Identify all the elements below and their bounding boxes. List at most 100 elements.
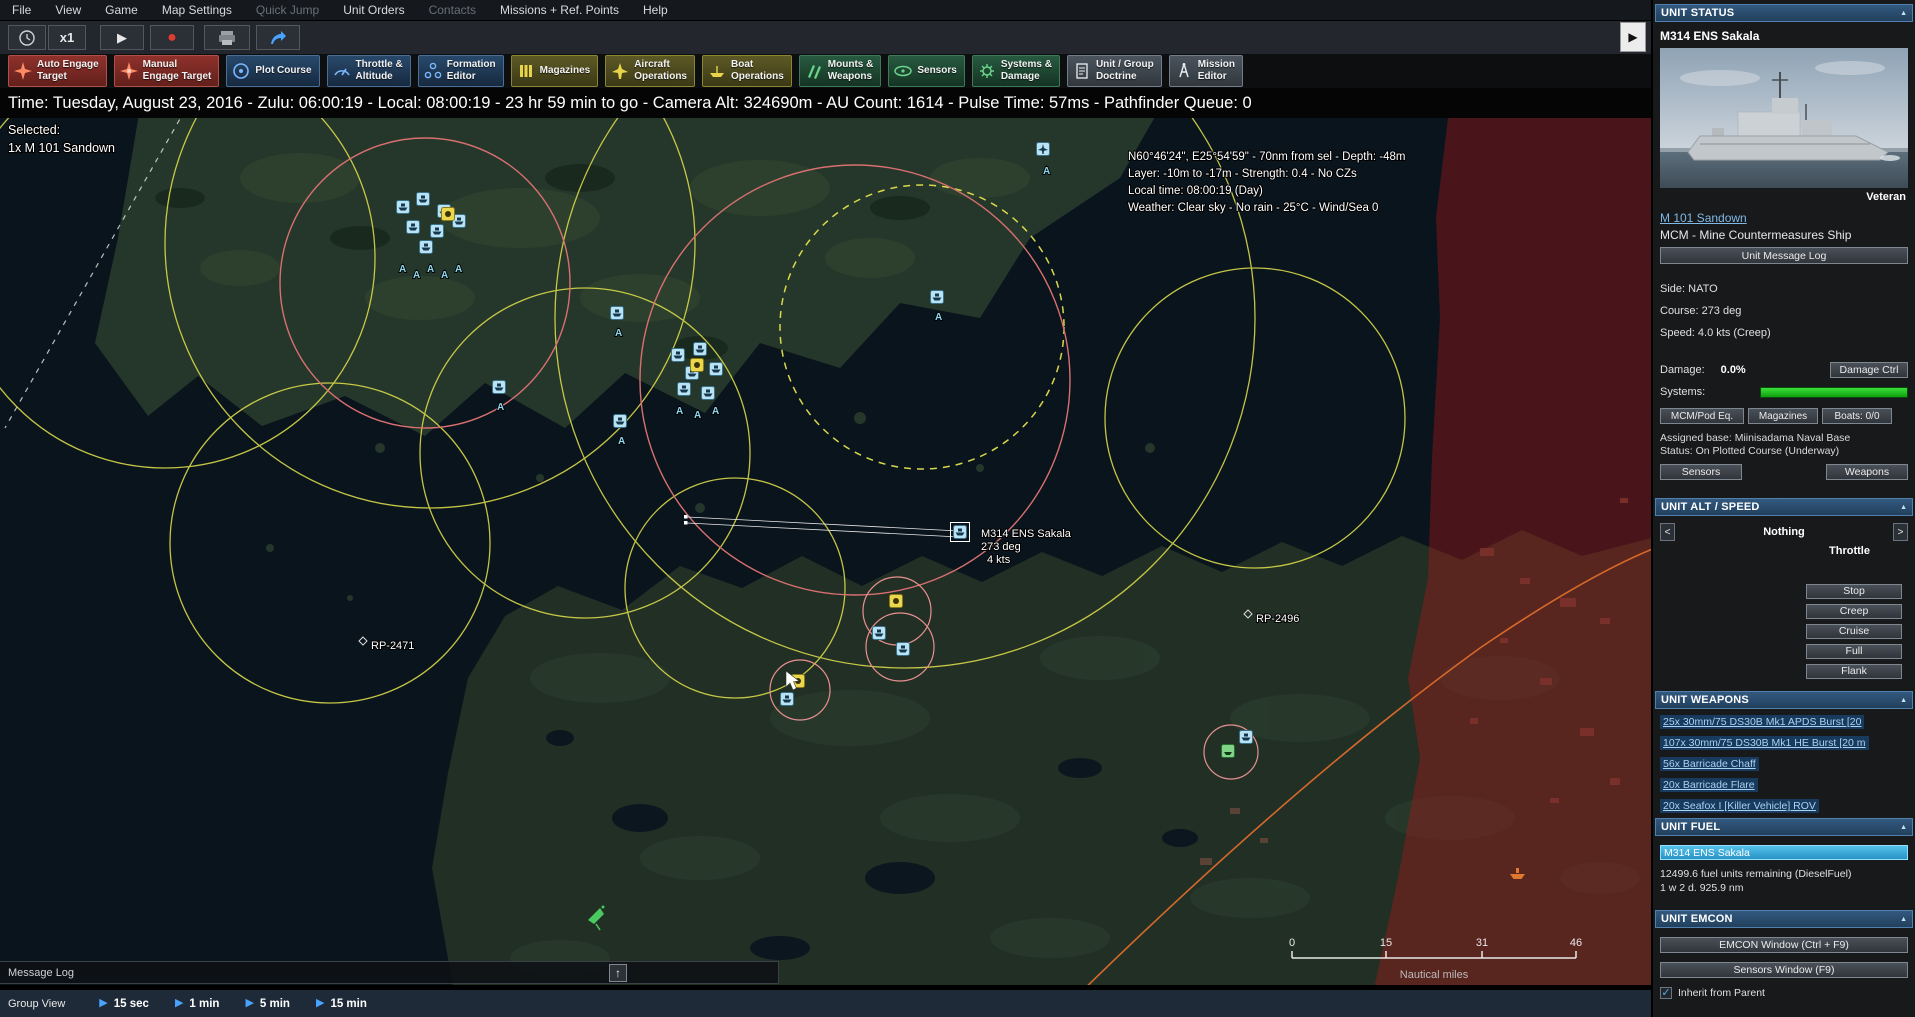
sensors-button[interactable]: Sensors [888,55,964,87]
contact-icon-ship[interactable] [420,241,433,254]
plot-course-icon [231,61,251,81]
unit-fuel-panel: UNIT FUEL ▲ M314 ENS Sakala 12499.6 fuel… [1655,818,1913,895]
menu-map-settings[interactable]: Map Settings [150,0,244,20]
inherit-checkbox[interactable]: ✓ [1660,987,1672,999]
contact-icon-ship[interactable] [431,225,444,238]
throttle-stop-button[interactable]: Stop [1806,584,1902,599]
unit-message-log-button[interactable]: Unit Message Log [1660,247,1908,264]
menu-game[interactable]: Game [93,0,150,20]
sidebar-collapse-button[interactable]: ▶ [1620,22,1646,52]
game-clock-button[interactable] [8,25,46,50]
contact-icon-ship[interactable] [611,307,624,320]
fuel-selected-unit[interactable]: M314 ENS Sakala [1660,845,1908,860]
time-compression-value[interactable]: x1 [48,25,86,50]
magazines-button[interactable]: Magazines [511,55,599,87]
aircraft-operations-button[interactable]: AircraftOperations [605,55,695,87]
contact-icon-ship[interactable] [397,201,410,214]
unit-class-link[interactable]: M 101 Sandown [1660,211,1747,225]
contact-icon-ship[interactable] [897,643,910,656]
menu-missions-refpoints[interactable]: Missions + Ref. Points [488,0,631,20]
throttle-creep-button[interactable]: Creep [1806,604,1902,619]
throttle-flank-button[interactable]: Flank [1806,664,1902,679]
contact-icon-mine[interactable] [442,208,455,221]
contact-icon-mine[interactable] [691,359,704,372]
time-step-15min[interactable]: ▶ 15 min [316,998,367,1010]
map-viewport[interactable]: A A A A A A A A A A [0,118,1651,985]
contact-icon-ship[interactable] [931,291,944,304]
emcon-window-button[interactable]: EMCON Window (Ctrl + F9) [1660,937,1908,953]
time-compression-label: x1 [60,30,74,45]
time-step-1min[interactable]: ▶ 1 min [175,998,220,1010]
contact-icon-ship[interactable] [672,349,685,362]
record-icon: ● [167,30,177,46]
weapon-item[interactable]: 20x Seafox I [Killer Vehicle] ROV [1660,799,1908,818]
menu-unit-orders[interactable]: Unit Orders [331,0,416,20]
contact-icon-ship[interactable] [1240,731,1253,744]
weapons-sidebar-button[interactable]: Weapons [1826,464,1908,480]
weapon-item[interactable]: 20x Barricade Flare [1660,778,1908,797]
formation-editor-button[interactable]: FormationEditor [418,55,504,87]
scale-tick-label: 31 [1476,937,1488,949]
weapon-item[interactable]: 107x 30mm/75 DS30B Mk1 HE Burst [20 m [1660,736,1908,755]
play-button[interactable]: ▶ [100,25,144,50]
jump-to-location-button[interactable] [256,25,300,50]
time-step-5min[interactable]: ▶ 5 min [245,998,290,1010]
menu-file[interactable]: File [0,0,43,20]
selected-unit-speed-label: 4 kts [987,554,1011,566]
throttle-full-button[interactable]: Full [1806,644,1902,659]
unit-emcon-panel: UNIT EMCON ▲ EMCON Window (Ctrl + F9) Se… [1655,910,1913,999]
gear-icon [977,61,997,81]
contact-icon-aircraft[interactable] [1037,143,1050,156]
tactical-map[interactable]: A A A A A A A A A A [0,118,1651,985]
contact-icon-ship[interactable] [873,627,886,640]
panel-collapse-icon: ▲ [1900,504,1907,511]
printer-button[interactable] [204,25,250,50]
unit-alt-speed-header[interactable]: UNIT ALT / SPEED ▲ [1655,498,1913,516]
inherit-from-parent-row[interactable]: ✓ Inherit from Parent [1660,987,1908,999]
unit-weapons-header[interactable]: UNIT WEAPONS ▲ [1655,691,1913,709]
unit-name: M314 ENS Sakala [1660,29,1908,43]
contact-icon-friendly[interactable] [1222,745,1235,758]
quick-toolbar: x1 ▶ ● [0,20,1651,54]
magazines-sidebar-button[interactable]: Magazines [1748,408,1818,424]
contact-icon-ship[interactable] [678,383,691,396]
unit-status-header[interactable]: UNIT STATUS ▲ [1655,4,1913,22]
unit-fuel-header[interactable]: UNIT FUEL ▲ [1655,818,1913,836]
selected-unit-icon[interactable] [954,526,967,539]
time-step-15sec[interactable]: ▶ 15 sec [99,998,149,1010]
damage-ctrl-button[interactable]: Damage Ctrl [1830,362,1908,378]
mission-editor-button[interactable]: MissionEditor [1169,55,1243,87]
contact-icon-mine[interactable] [890,595,903,608]
sensors-sidebar-button[interactable]: Sensors [1660,464,1742,480]
unit-group-doctrine-button[interactable]: Unit / GroupDoctrine [1067,55,1162,87]
altitude-next-button[interactable]: > [1893,523,1908,541]
contact-icon-ship[interactable] [407,221,420,234]
systems-damage-button[interactable]: Systems &Damage [972,55,1060,87]
menu-view[interactable]: View [43,0,93,20]
contact-icon-ship[interactable] [493,381,506,394]
boats-button[interactable]: Boats: 0/0 [1822,408,1892,424]
auto-engage-target-button[interactable]: Auto EngageTarget [8,55,107,87]
unit-emcon-header[interactable]: UNIT EMCON ▲ [1655,910,1913,928]
mounts-weapons-button[interactable]: Mounts &Weapons [799,55,882,87]
weapon-item[interactable]: 25x 30mm/75 DS30B Mk1 APDS Burst [20 [1660,715,1908,734]
throttle-cruise-button[interactable]: Cruise [1806,624,1902,639]
contact-icon-ship[interactable] [781,693,794,706]
contact-icon-ship[interactable] [614,415,627,428]
weapon-item[interactable]: 56x Barricade Chaff [1660,757,1908,776]
contact-icon-ship[interactable] [710,363,723,376]
mcm-pod-eq-button[interactable]: MCM/Pod Eq. [1660,408,1744,424]
contact-icon-ship[interactable] [417,193,430,206]
message-log-expand-button[interactable]: ↑ [609,964,627,982]
boat-operations-button[interactable]: BoatOperations [702,55,792,87]
sensors-window-button[interactable]: Sensors Window (F9) [1660,962,1908,978]
plot-course-button[interactable]: Plot Course [226,55,319,87]
menu-quick-jump: Quick Jump [244,0,331,20]
assigned-base: Assigned base: Miinisadama Naval Base [1660,432,1908,445]
contact-icon-ship[interactable] [702,387,715,400]
record-button[interactable]: ● [150,25,194,50]
menu-help[interactable]: Help [631,0,680,20]
throttle-altitude-button[interactable]: Throttle &Altitude [327,55,411,87]
contact-icon-ship[interactable] [694,343,707,356]
manual-engage-target-button[interactable]: ManualEngage Target [114,55,220,87]
